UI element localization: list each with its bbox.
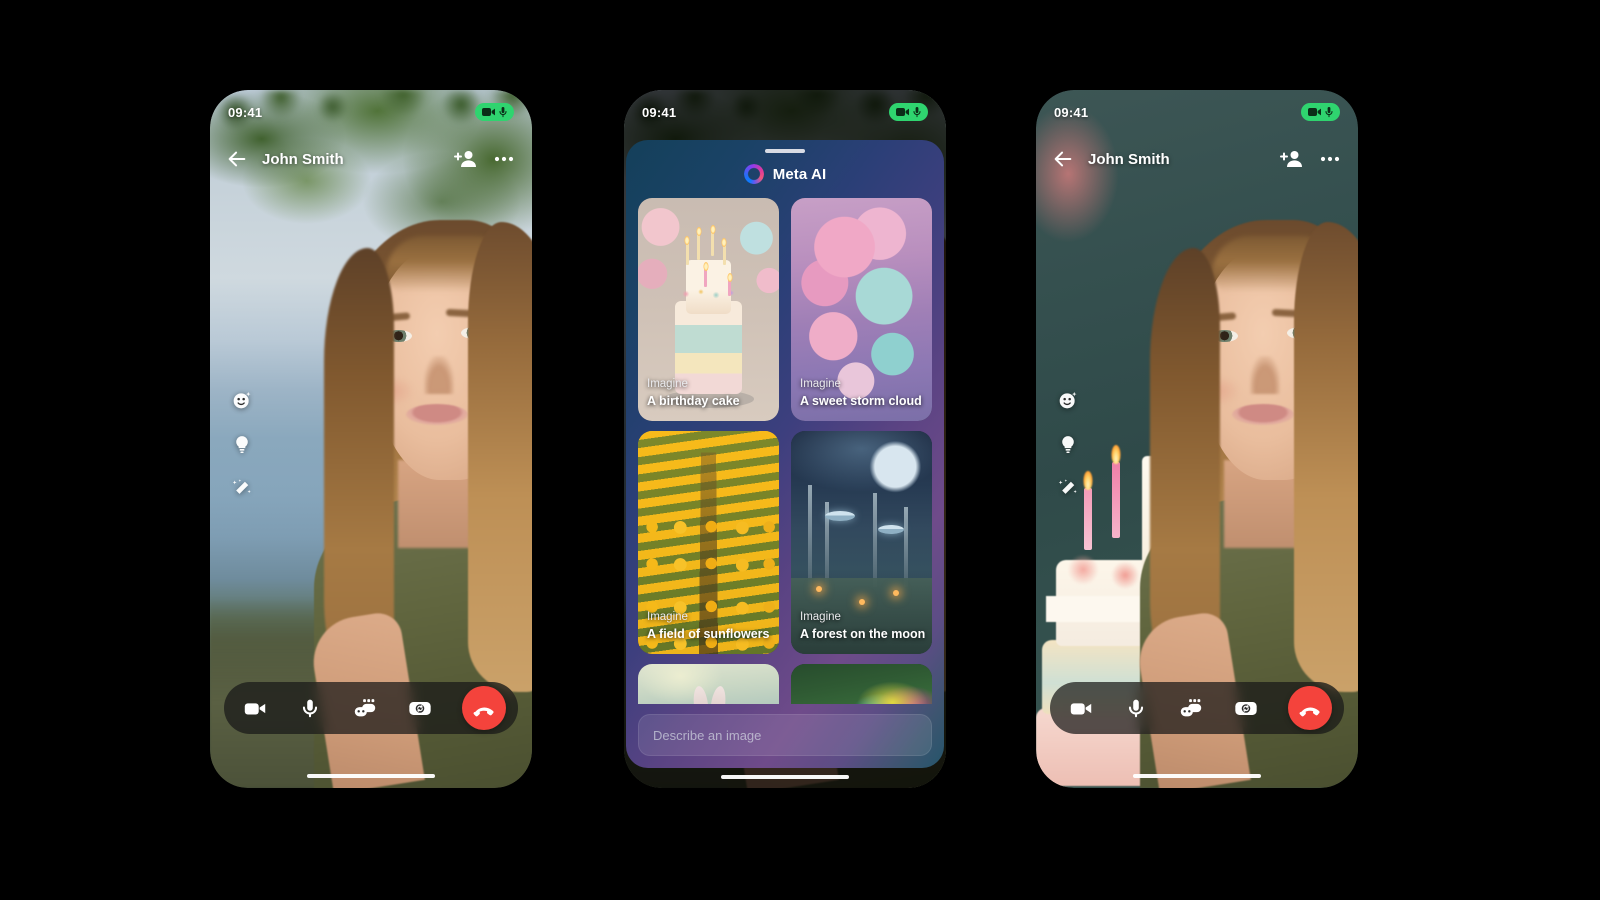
call-header: John Smith: [1036, 138, 1358, 180]
flip-camera-icon[interactable]: [407, 695, 433, 721]
more-options-icon[interactable]: [492, 147, 516, 171]
lightbulb-icon[interactable]: [1058, 434, 1078, 454]
describe-input-wrap: [626, 704, 944, 768]
sheet-title: Meta AI: [772, 165, 827, 183]
card-kicker: Imagine: [800, 378, 841, 391]
lightbulb-icon[interactable]: [232, 434, 252, 454]
phone-1-screen: 09:41 John Smith: [210, 90, 532, 788]
card-kicker: Imagine: [647, 611, 688, 624]
video-camera-icon: [1308, 108, 1321, 116]
home-indicator: [307, 773, 435, 778]
phone-2-screen: 09:41 Meta AI Imagine A birthday cake Im…: [624, 90, 946, 788]
status-bar: 09:41: [210, 90, 532, 134]
meta-ai-sheet: Meta AI Imagine A birthday cake Imagine …: [626, 140, 944, 768]
phone-call-screen: 09:41 John Smith: [210, 90, 532, 788]
call-controls-bar: [1050, 682, 1344, 734]
video-camera-icon: [482, 108, 495, 116]
contact-name: John Smith: [1088, 150, 1170, 168]
microphone-icon: [499, 106, 507, 117]
phone-call-screen-with-effect: 09:41 John Smith: [1036, 90, 1358, 788]
card-prompt: A field of sunflowers: [647, 627, 770, 642]
back-arrow-icon[interactable]: [1052, 148, 1074, 170]
status-recording-pill: [1301, 103, 1340, 121]
card-caption: Imagine A field of sunflowers: [647, 610, 773, 643]
microphone-icon[interactable]: [1123, 695, 1149, 721]
screenshot-stage: 09:41 John Smith 09:41 Meta AI Imagine A…: [0, 0, 1600, 900]
video-camera-icon: [896, 108, 909, 116]
sheet-drag-handle[interactable]: [765, 149, 805, 153]
microphone-icon: [1325, 106, 1333, 117]
video-camera-icon[interactable]: [242, 695, 268, 721]
card-prompt: A birthday cake: [647, 394, 740, 409]
status-time: 09:41: [1054, 104, 1089, 120]
card-caption: Imagine A forest on the moon: [800, 610, 926, 643]
call-header: John Smith: [210, 138, 532, 180]
video-camera-icon[interactable]: [1068, 695, 1094, 721]
effects-icon[interactable]: [352, 695, 378, 721]
meta-ai-logo-icon: [743, 164, 764, 184]
contact-name: John Smith: [262, 150, 344, 168]
card-kicker: Imagine: [800, 611, 841, 624]
card-prompt: A sweet storm cloud: [800, 394, 922, 409]
end-call-button[interactable]: [1288, 686, 1332, 730]
magic-wand-icon[interactable]: [1058, 478, 1078, 498]
phone-3-screen: 09:41 John Smith: [1036, 90, 1358, 788]
phone-meta-ai-sheet: 09:41 Meta AI Imagine A birthday cake Im…: [624, 90, 946, 788]
card-kicker: Imagine: [647, 378, 688, 391]
more-options-icon[interactable]: [1318, 147, 1342, 171]
status-time: 09:41: [642, 104, 677, 120]
end-call-button[interactable]: [462, 686, 506, 730]
imagine-card[interactable]: Imagine A birthday cake: [638, 198, 779, 421]
status-recording-pill: [889, 103, 928, 121]
end-call-icon: [473, 707, 494, 717]
effects-icon[interactable]: [1178, 695, 1204, 721]
smiley-face-icon[interactable]: [1058, 390, 1078, 410]
call-controls-bar: [224, 682, 518, 734]
status-recording-pill: [475, 103, 514, 121]
card-caption: Imagine A birthday cake: [647, 377, 773, 410]
status-bar: 09:41: [1036, 90, 1358, 134]
imagine-card-partial[interactable]: [638, 664, 779, 704]
microphone-icon[interactable]: [297, 695, 323, 721]
microphone-icon: [913, 106, 921, 117]
imagine-card-grid: Imagine A birthday cake Imagine A sweet …: [626, 198, 944, 704]
status-time: 09:41: [228, 104, 263, 120]
card-artwork-party: [791, 664, 932, 704]
back-arrow-icon[interactable]: [226, 148, 248, 170]
card-prompt: A forest on the moon: [800, 627, 926, 642]
describe-image-input[interactable]: [638, 714, 932, 756]
magic-wand-icon[interactable]: [232, 478, 252, 498]
sheet-title-row: Meta AI: [626, 164, 944, 184]
imagine-card[interactable]: Imagine A sweet storm cloud: [791, 198, 932, 421]
effects-tool-rail: [228, 390, 256, 498]
end-call-icon: [1299, 707, 1320, 717]
status-bar: 09:41: [624, 90, 946, 134]
flip-camera-icon[interactable]: [1233, 695, 1259, 721]
effects-tool-rail: [1054, 390, 1082, 498]
imagine-card-partial[interactable]: [791, 664, 932, 704]
imagine-card[interactable]: Imagine A forest on the moon: [791, 431, 932, 654]
add-person-icon[interactable]: [454, 147, 478, 171]
imagine-card[interactable]: Imagine A field of sunflowers: [638, 431, 779, 654]
home-indicator: [721, 774, 849, 779]
home-indicator: [1133, 773, 1261, 778]
card-caption: Imagine A sweet storm cloud: [800, 377, 926, 410]
add-person-icon[interactable]: [1280, 147, 1304, 171]
card-artwork-bunny: [638, 664, 779, 704]
smiley-face-icon[interactable]: [232, 390, 252, 410]
